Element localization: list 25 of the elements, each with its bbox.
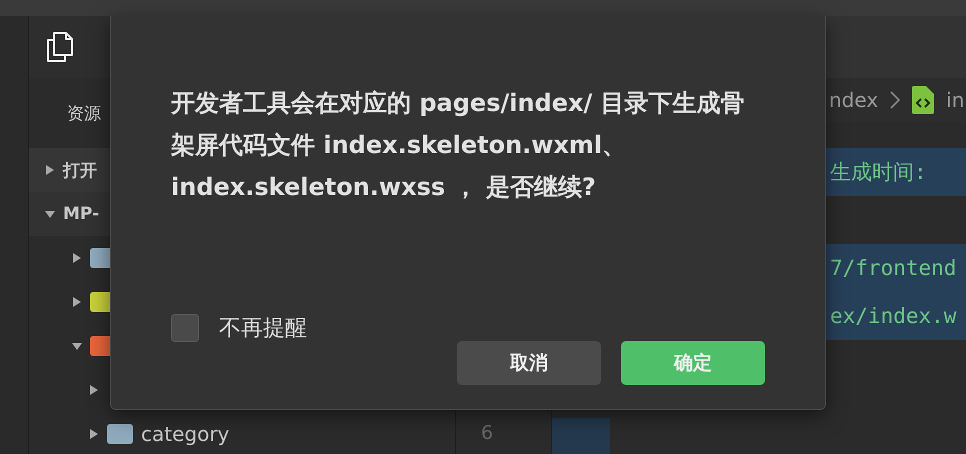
selection-highlight: [552, 418, 610, 454]
copy-icon[interactable]: [45, 31, 75, 63]
breadcrumb-item[interactable]: ndex: [829, 88, 878, 112]
caret-right-icon: [89, 429, 99, 439]
code-text: 7/frontend: [830, 256, 956, 280]
code-text: ex/index.w: [830, 304, 956, 328]
checkbox-label: 不再提醒: [219, 315, 307, 343]
dialog-message: 开发者工具会在对应的 pages/index/ 目录下生成骨架屏代码文件 index.skeleton.wxml、index.skeleton.wxss ， 是否继续?: [171, 88, 746, 203]
caret-down-icon: [45, 209, 55, 219]
code-file-icon: [912, 86, 934, 114]
tree-label: category: [141, 422, 230, 446]
caret-right-icon: [89, 385, 99, 395]
caret-right-icon: [72, 253, 82, 263]
tree-label: MP-: [63, 204, 100, 224]
sidebar-title: 资源: [67, 102, 101, 124]
breadcrumb-item[interactable]: in: [946, 88, 964, 112]
caret-right-icon: [72, 297, 82, 307]
line-number: 6: [480, 421, 494, 446]
caret-down-icon: [72, 341, 82, 351]
cancel-button[interactable]: 取消: [457, 341, 601, 385]
checkbox[interactable]: [171, 314, 199, 342]
code-text: 生成时间:: [830, 159, 927, 186]
chevron-right-icon: [890, 91, 900, 109]
caret-right-icon: [45, 165, 55, 175]
tree-label: 打开: [63, 160, 97, 182]
